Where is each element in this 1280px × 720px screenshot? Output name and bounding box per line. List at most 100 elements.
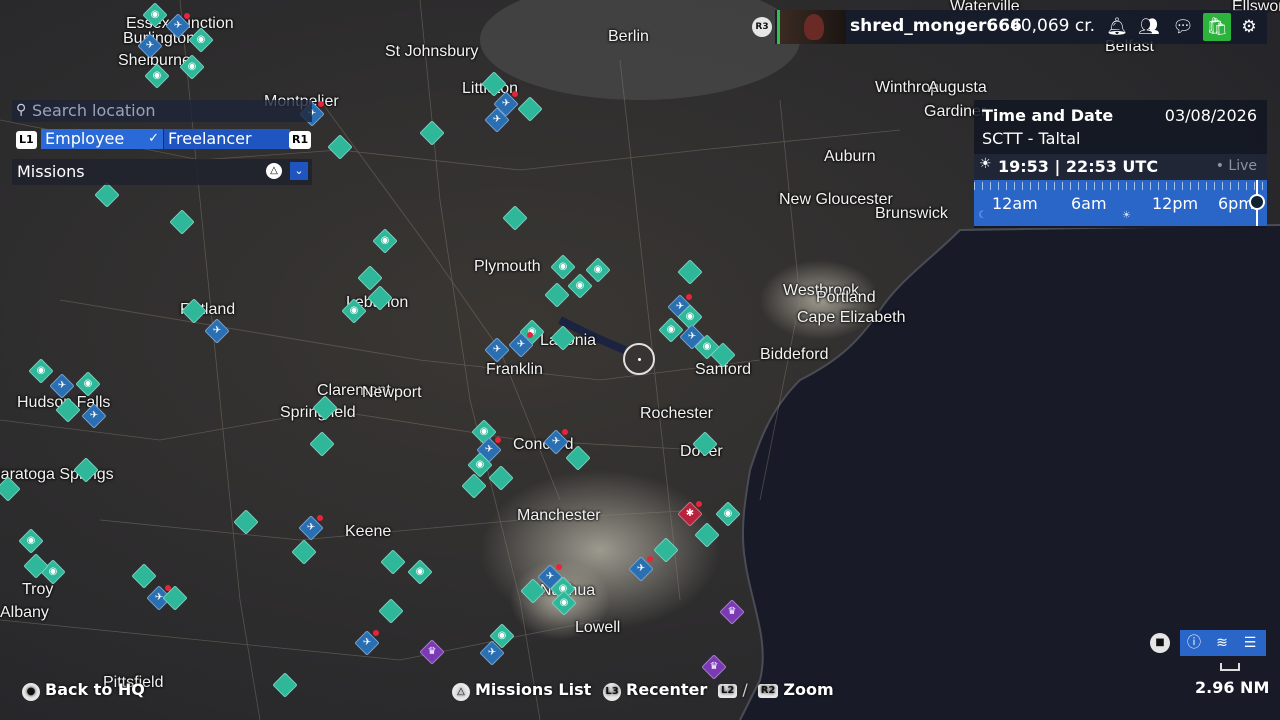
time-ticks <box>974 182 1267 190</box>
photo-mission-marker[interactable]: ◉ <box>144 63 170 89</box>
mission-marker[interactable] <box>162 585 188 611</box>
search-bar[interactable]: ⚲ Search location <box>12 100 312 122</box>
time-slider[interactable]: 12am 6am 12pm 6pm ☾ ☀ <box>974 180 1267 226</box>
friends-icon[interactable]: 👥︎ <box>1137 15 1161 39</box>
time-date-panel: Time and Date 03/08/2026 SCTT - Taltal ☀… <box>974 100 1267 228</box>
photo-mission-marker[interactable]: ◉ <box>658 317 684 343</box>
chat-icon[interactable]: 💬︎ <box>1171 15 1195 39</box>
drone-mission-marker[interactable]: ✈ <box>484 337 510 363</box>
mission-marker[interactable] <box>520 578 546 604</box>
zoom-control[interactable]: L2/R2 Zoom <box>718 680 834 699</box>
photo-mission-marker[interactable]: ◉ <box>551 590 577 616</box>
stop-icon[interactable]: ■ <box>1150 633 1170 653</box>
mission-marker[interactable] <box>550 325 576 351</box>
missions-list-label: Missions List <box>475 680 592 699</box>
mission-marker[interactable] <box>544 282 570 308</box>
vip-mission-marker[interactable]: ♛ <box>701 654 727 680</box>
photo-mission-marker[interactable]: ◉ <box>341 298 367 324</box>
shop-icon[interactable]: 🛍︎ <box>1203 13 1231 41</box>
new-indicator <box>562 429 568 435</box>
info-icon[interactable]: ⓘ <box>1184 633 1204 653</box>
mission-marker[interactable] <box>55 397 81 423</box>
mission-marker[interactable] <box>233 509 259 535</box>
photo-mission-marker[interactable]: ◉ <box>28 358 54 384</box>
mission-marker[interactable] <box>692 431 718 457</box>
mission-marker[interactable] <box>419 120 445 146</box>
mission-marker[interactable] <box>378 598 404 624</box>
alert-mission-marker[interactable]: ✱ <box>677 501 703 527</box>
r-stick-knob-icon[interactable] <box>1249 194 1265 210</box>
photo-mission-marker[interactable]: ◉ <box>467 452 493 478</box>
filter-freelancer[interactable]: Freelancer <box>164 129 290 149</box>
photo-mission-marker[interactable]: ◉ <box>179 54 205 80</box>
mission-marker[interactable] <box>309 431 335 457</box>
mission-marker[interactable] <box>312 395 338 421</box>
drone-mission-marker[interactable]: ✈ <box>628 556 654 582</box>
drone-mission-marker[interactable]: ✈ <box>165 13 191 39</box>
mission-marker[interactable] <box>327 134 353 160</box>
live-indicator[interactable]: • Live <box>1216 158 1257 174</box>
layers-icon[interactable]: ≋ <box>1212 633 1232 653</box>
new-indicator <box>318 101 324 107</box>
drone-icon: ✈ <box>487 647 497 658</box>
mission-marker[interactable] <box>502 205 528 231</box>
mission-marker[interactable] <box>94 182 120 208</box>
filter-employee[interactable]: Employee ✓ <box>41 129 163 149</box>
mission-marker[interactable] <box>181 298 207 324</box>
photo-icon: ◉ <box>559 597 569 608</box>
missions-dropdown[interactable]: Missions △ ⌄ <box>12 159 312 185</box>
mission-marker[interactable] <box>461 473 487 499</box>
drone-mission-marker[interactable]: ✈ <box>543 429 569 455</box>
mission-marker[interactable] <box>517 96 543 122</box>
city-label: St Johnsbury <box>385 43 479 60</box>
mission-marker[interactable] <box>272 672 298 698</box>
gear-icon[interactable]: ⚙ <box>1237 15 1261 39</box>
back-to-hq-button[interactable]: ● Back to HQ <box>22 680 145 701</box>
bell-icon[interactable]: 🔔︎ <box>1105 15 1129 39</box>
drone-mission-marker[interactable]: ✈ <box>484 107 510 133</box>
mission-marker[interactable] <box>488 465 514 491</box>
mission-marker[interactable] <box>367 285 393 311</box>
photo-mission-marker[interactable]: ◉ <box>715 501 741 527</box>
mission-marker[interactable] <box>131 563 157 589</box>
photo-mission-marker[interactable]: ◉ <box>75 371 101 397</box>
drone-mission-marker[interactable]: ✈ <box>479 640 505 666</box>
time-panel-title: Time and Date <box>982 106 1114 125</box>
photo-mission-marker[interactable]: ◉ <box>142 2 168 28</box>
drone-mission-marker[interactable]: ✈ <box>508 332 534 358</box>
vip-mission-marker[interactable]: ♛ <box>719 599 745 625</box>
mission-marker[interactable] <box>481 71 507 97</box>
drone-mission-marker[interactable]: ✈ <box>354 630 380 656</box>
mission-marker[interactable] <box>0 476 21 502</box>
photo-mission-marker[interactable]: ◉ <box>188 27 214 53</box>
drone-mission-marker[interactable]: ✈ <box>204 318 230 344</box>
drone-mission-marker[interactable]: ✈ <box>81 403 107 429</box>
new-indicator <box>184 13 190 19</box>
mission-marker[interactable] <box>23 553 49 579</box>
mission-marker[interactable] <box>73 457 99 483</box>
mission-marker[interactable] <box>565 445 591 471</box>
mission-marker[interactable] <box>169 209 195 235</box>
photo-mission-marker[interactable]: ◉ <box>567 273 593 299</box>
avatar[interactable] <box>777 10 846 44</box>
new-indicator <box>556 564 562 570</box>
drone-mission-marker[interactable]: ✈ <box>49 373 75 399</box>
recenter-button[interactable]: L3 Recenter <box>603 680 707 701</box>
list-icon[interactable]: ☰ <box>1240 633 1260 653</box>
drone-mission-marker[interactable]: ✈ <box>298 515 324 541</box>
mission-marker[interactable] <box>653 537 679 563</box>
username: shred_monger666 <box>850 16 1022 36</box>
mission-marker[interactable] <box>694 522 720 548</box>
mission-marker[interactable] <box>710 342 736 368</box>
mission-marker[interactable] <box>380 549 406 575</box>
photo-mission-marker[interactable]: ◉ <box>18 528 44 554</box>
photo-mission-marker[interactable]: ◉ <box>372 228 398 254</box>
photo-mission-marker[interactable]: ◉ <box>407 559 433 585</box>
search-input[interactable]: Search location <box>32 101 156 120</box>
mission-marker[interactable] <box>291 539 317 565</box>
vip-mission-marker[interactable]: ♛ <box>419 639 445 665</box>
mission-marker[interactable] <box>677 259 703 285</box>
drone-mission-marker[interactable]: ✈ <box>137 33 163 59</box>
chevron-down-icon[interactable]: ⌄ <box>290 162 308 180</box>
missions-list-button[interactable]: △ Missions List <box>452 680 591 701</box>
